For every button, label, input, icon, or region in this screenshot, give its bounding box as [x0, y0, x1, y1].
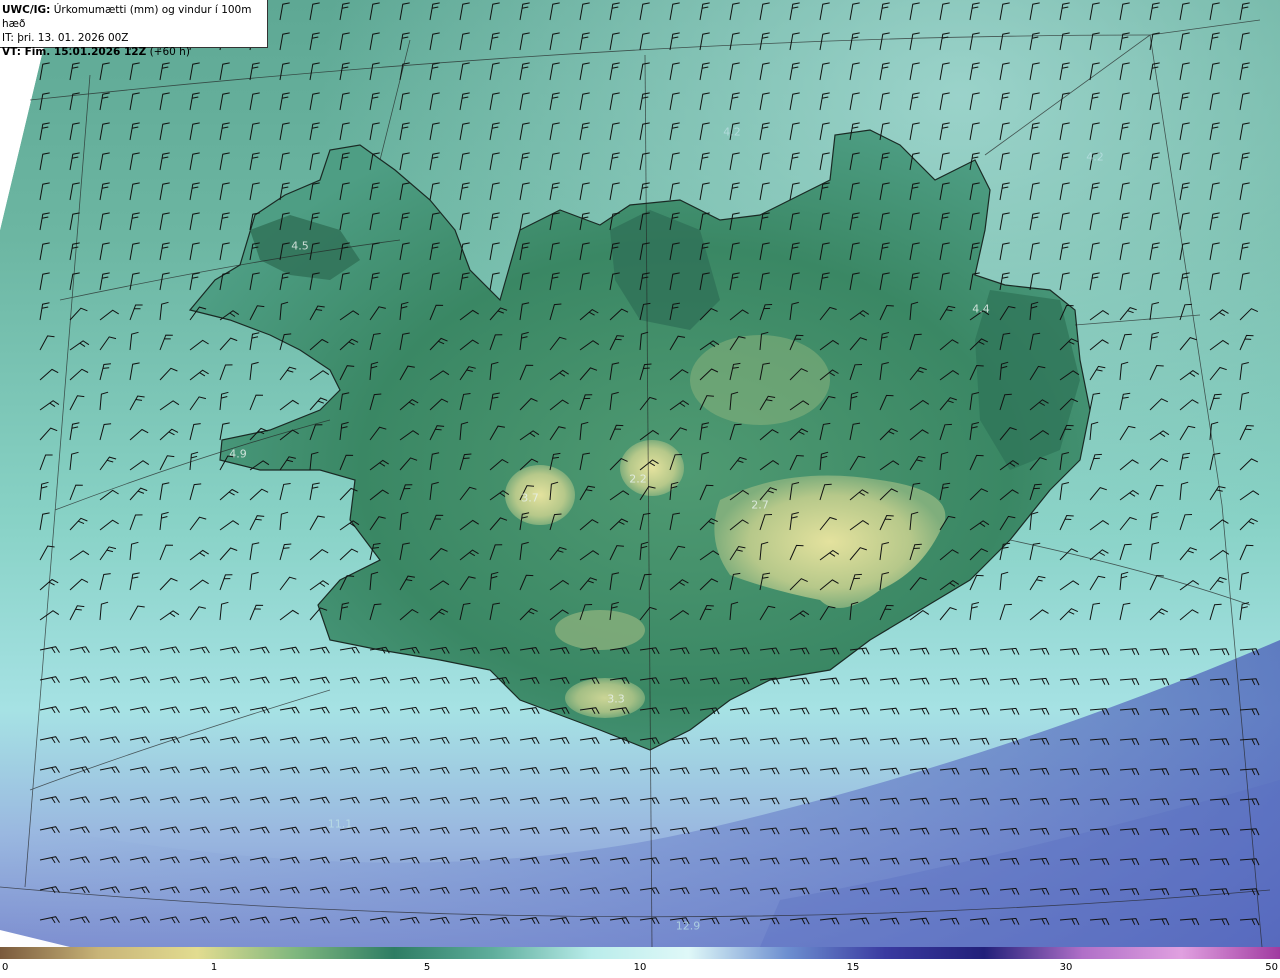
- label-hofsjokull: 2.2: [629, 472, 647, 486]
- colorbar-tick-1: 1: [210, 962, 218, 973]
- map-info-box: UWC/IG: Úrkomumætti (mm) og vindur í 100…: [0, 0, 268, 58]
- colorbar-ticks: 0 1 5 10 15 30 50: [0, 959, 1280, 978]
- label-snaefellsnes: 4.9: [229, 447, 247, 461]
- label-south-sea: 12.9: [675, 919, 701, 933]
- colorbar-tick-0: 0: [2, 962, 9, 973]
- valid-time: VT: Fim. 15.01.2026 12Z: [2, 46, 147, 58]
- colorbar-tick-10: 10: [633, 962, 647, 973]
- colorbar-tick-15: 15: [846, 962, 860, 973]
- label-north-sea: 4.2: [723, 125, 741, 139]
- forecast-offset: (+60 h): [149, 46, 190, 58]
- colorbar-tick-50: 50: [1265, 962, 1278, 973]
- label-east: 4.4: [972, 302, 990, 316]
- colorbar-tick-5: 5: [423, 962, 431, 973]
- weather-map: 4.5 4.9 3.7 2.2 2.7 4.4 3.3 4.2 4.2 11.1…: [0, 0, 1280, 947]
- label-ne-sea: 4.2: [1086, 150, 1104, 164]
- label-langjokull: 3.7: [521, 491, 539, 505]
- label-south: 3.3: [607, 692, 625, 706]
- valid-time-line: VT: Fim. 15.01.2026 12Z (+60 h): [2, 45, 267, 59]
- issue-time: IT: þri. 13. 01. 2026 00Z: [2, 32, 129, 44]
- info-title-line: UWC/IG: Úrkomumætti (mm) og vindur í 100…: [2, 3, 267, 31]
- colorbar-tick-30: 30: [1059, 962, 1073, 973]
- product-code: UWC/IG:: [2, 4, 51, 16]
- colorbar: [0, 947, 1280, 959]
- myrdalsjokull: [565, 678, 645, 718]
- label-sw-sea: 11.1: [327, 817, 353, 831]
- langjokull: [505, 465, 575, 525]
- south-highland: [555, 610, 645, 650]
- label-vatnajokull: 2.7: [751, 498, 769, 512]
- label-westfjords: 4.5: [291, 239, 309, 253]
